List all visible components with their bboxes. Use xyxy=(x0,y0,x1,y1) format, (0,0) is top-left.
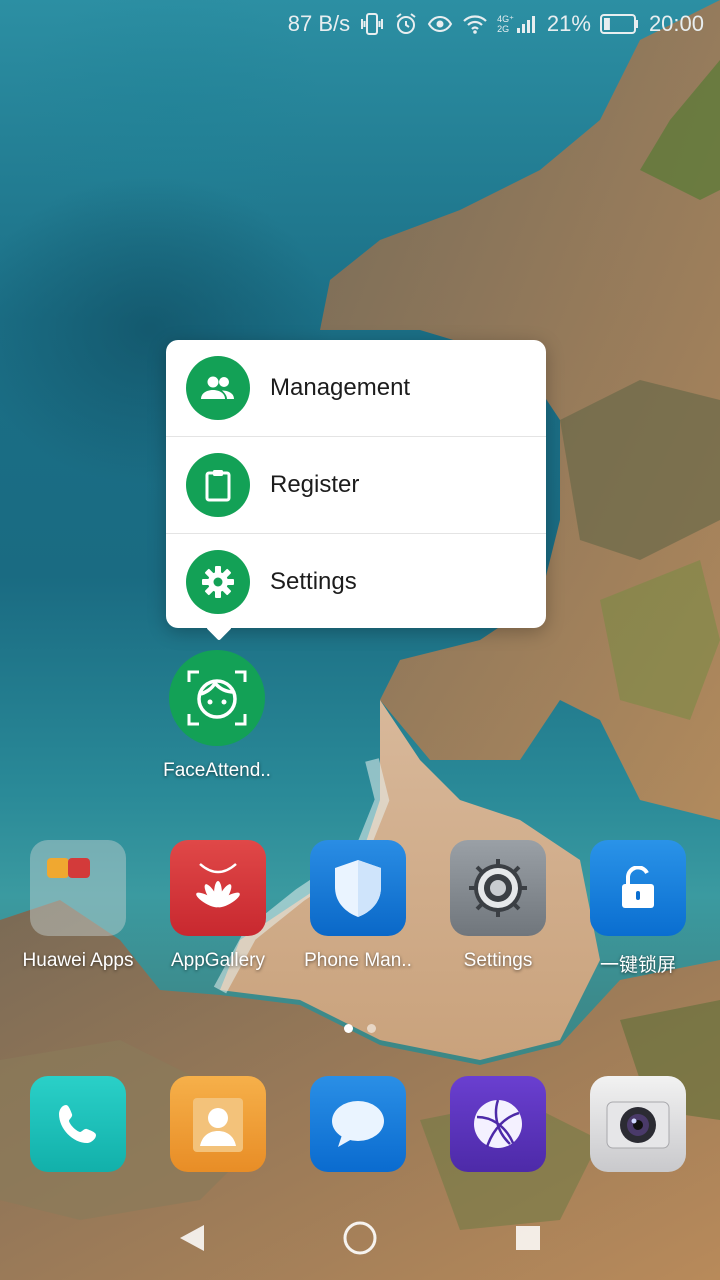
camera-icon xyxy=(590,1076,686,1172)
menu-label-register: Register xyxy=(270,471,360,498)
status-bar: 87 B/s 4G⁺ 2G 21% 20:00 xyxy=(0,0,720,48)
app-shortcut-menu: Management Register Settings xyxy=(166,340,546,628)
page-dot-active[interactable] xyxy=(344,1024,353,1033)
contacts-icon xyxy=(170,1076,266,1172)
battery-icon xyxy=(599,13,640,35)
dock-app-camera[interactable] xyxy=(568,1076,708,1172)
menu-label-management: Management xyxy=(270,374,411,401)
app-label-huawei-apps: Huawei Apps xyxy=(22,950,134,971)
battery-percent: 21% xyxy=(546,11,591,36)
app-one-key-lock[interactable]: 一键锁屏 xyxy=(568,840,708,977)
app-appgallery[interactable]: AppGallery xyxy=(148,840,288,972)
network-speed: 87 B/s xyxy=(287,11,351,36)
network-type-4g: 4G⁺ xyxy=(497,14,514,24)
dock-app-browser[interactable] xyxy=(428,1076,568,1172)
app-label-faceattend: FaceAttend.. xyxy=(163,760,271,781)
app-label-appgallery: AppGallery xyxy=(171,950,265,971)
page-indicator xyxy=(0,1024,720,1033)
signal-icon: 4G⁺ 2G xyxy=(497,14,538,34)
menu-item-register[interactable]: Register xyxy=(166,437,546,534)
browser-icon xyxy=(450,1076,546,1172)
eye-icon xyxy=(427,12,453,36)
appgallery-icon xyxy=(170,840,266,936)
folder-icon xyxy=(30,840,126,936)
clipboard-icon xyxy=(186,453,250,517)
face-scan-icon xyxy=(169,650,265,746)
home-icon[interactable] xyxy=(342,1220,378,1260)
app-phone-manager[interactable]: Phone Man.. xyxy=(288,840,428,972)
gear-icon xyxy=(186,550,250,614)
wifi-icon xyxy=(462,12,488,36)
folder-huawei-apps[interactable]: Huawei Apps xyxy=(8,840,148,972)
unlock-icon xyxy=(590,840,686,936)
menu-label-settings: Settings xyxy=(270,568,357,595)
dock-app-phone[interactable] xyxy=(8,1076,148,1172)
back-icon[interactable] xyxy=(178,1223,206,1257)
phone-icon xyxy=(30,1076,126,1172)
app-label-one-key-lock: 一键锁屏 xyxy=(599,955,676,976)
people-icon xyxy=(186,356,250,420)
menu-item-settings[interactable]: Settings xyxy=(166,534,546,630)
app-label-phone-manager: Phone Man.. xyxy=(304,950,412,971)
network-type-2g: 2G xyxy=(497,24,510,34)
menu-item-management[interactable]: Management xyxy=(166,340,546,437)
vibrate-icon xyxy=(359,12,385,36)
app-settings[interactable]: Settings xyxy=(428,840,568,972)
app-label-settings: Settings xyxy=(463,950,533,971)
message-icon xyxy=(310,1076,406,1172)
clock: 20:00 xyxy=(648,11,704,36)
gear-icon xyxy=(450,840,546,936)
navigation-bar xyxy=(0,1200,720,1280)
shield-icon xyxy=(310,840,406,936)
alarm-icon xyxy=(394,12,418,36)
recents-icon[interactable] xyxy=(514,1224,542,1256)
dock-app-contacts[interactable] xyxy=(148,1076,288,1172)
dock-app-messages[interactable] xyxy=(288,1076,428,1172)
page-dot[interactable] xyxy=(367,1024,376,1033)
app-faceattend[interactable]: FaceAttend.. xyxy=(147,650,287,782)
